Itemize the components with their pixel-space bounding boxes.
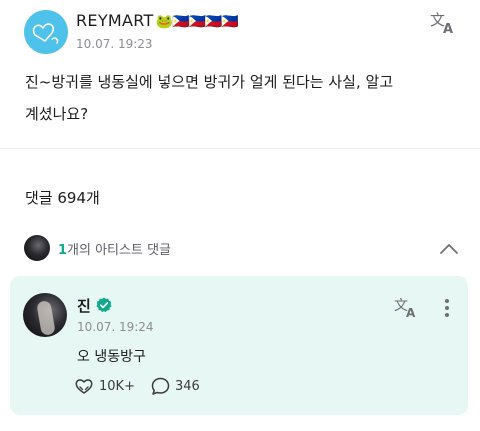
like-count: 10K+ — [99, 378, 135, 394]
author-avatar[interactable] — [24, 10, 68, 54]
heart-hands-icon — [75, 379, 93, 394]
reply-timestamp: 10.07. 19:24 — [77, 320, 154, 334]
post-author-name: REYMART — [76, 11, 154, 30]
post-author[interactable]: REYMART 🐸🇵🇭🇵🇭🇵🇭🇵🇭 — [76, 11, 239, 30]
translate-icon[interactable]: 文 A — [394, 295, 420, 319]
post-timestamp: 10.07. 19:23 — [76, 37, 153, 51]
reply-comment-button[interactable]: 346 — [151, 376, 200, 396]
reply-author-name[interactable]: 진 — [77, 295, 91, 316]
chevron-up-icon[interactable] — [438, 238, 460, 260]
svg-text:A: A — [443, 22, 453, 35]
like-button[interactable]: 10K+ — [74, 376, 135, 396]
post-body: 진~방귀를 냉동실에 넣으면 방귀가 얼게 된다는 사실, 알고 계셨나요? — [25, 73, 394, 123]
comment-count-label: 댓글 694개 — [25, 189, 100, 207]
more-options-icon[interactable] — [444, 298, 450, 318]
reply-author-avatar[interactable] — [23, 293, 67, 337]
artist-replies-label: 1개의 아티스트 댓글 — [58, 239, 171, 258]
heart-doodle-icon — [24, 10, 68, 54]
speech-bubble-icon — [151, 377, 170, 395]
artist-reply-card: 진 10.07. 19:24 文 A 오 냉동방구 10K+ 346 — [10, 276, 468, 415]
artist-avatar — [24, 235, 50, 261]
author-emojis: 🐸🇵🇭🇵🇭🇵🇭🇵🇭 — [155, 14, 239, 30]
artist-reply-count: 1 — [58, 243, 68, 258]
translate-icon[interactable]: 文 A — [430, 9, 458, 35]
artist-replies-toggle[interactable]: 1개의 아티스트 댓글 — [0, 228, 480, 270]
svg-text:A: A — [406, 306, 416, 319]
verified-badge-icon — [96, 297, 112, 313]
reply-body: 오 냉동방구 — [77, 349, 146, 365]
artist-reply-text: 개의 아티스트 댓글 — [67, 243, 171, 258]
reply-comment-count: 346 — [175, 378, 200, 394]
section-divider — [0, 148, 480, 149]
